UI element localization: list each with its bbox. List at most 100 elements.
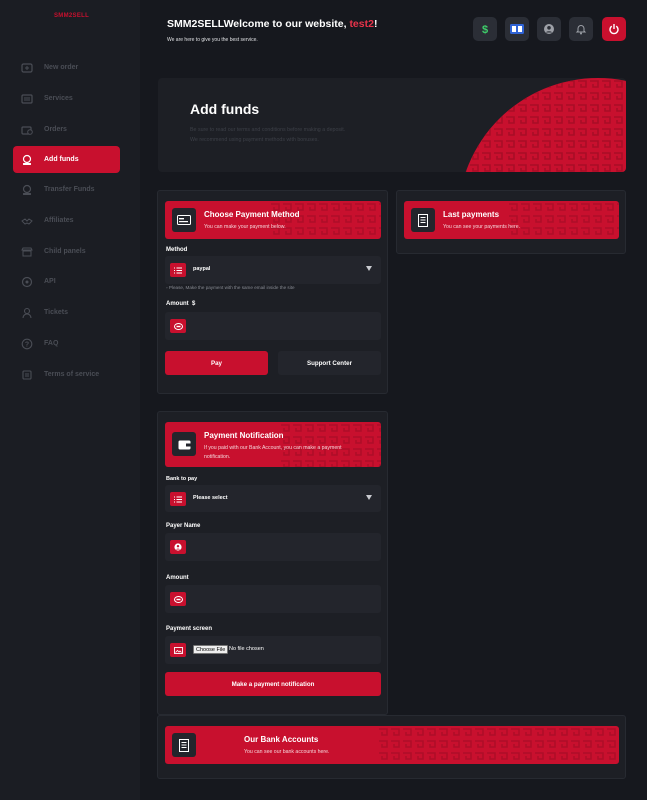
amount-currency: $ — [192, 301, 196, 307]
dollar-icon: $ — [482, 24, 488, 35]
sidebar-item-orders[interactable]: Orders — [13, 116, 120, 143]
api-icon — [20, 275, 34, 289]
power-icon — [609, 24, 619, 35]
username: test2 — [349, 18, 374, 30]
wallet-icon — [172, 432, 196, 456]
method-hint-text: Please, Make the payment with the same e… — [168, 285, 295, 290]
last-payments-title: Last payments — [443, 210, 500, 219]
sidebar-item-terms[interactable]: Terms of service — [13, 361, 120, 388]
logout-button[interactable] — [602, 17, 626, 41]
page-hero: Add funds Be sure to read our terms and … — [158, 78, 626, 172]
coin-icon — [170, 319, 186, 333]
sidebar-item-label: Tickets — [44, 309, 68, 316]
hero-line-1: Be sure to read our terms and conditions… — [190, 127, 346, 133]
wallet-icon — [20, 153, 34, 167]
list-icon — [170, 492, 186, 506]
support-center-button[interactable]: Support Center — [278, 351, 381, 375]
amount-label: Amount $ — [166, 301, 195, 307]
subtitle-line-2: notification. — [204, 454, 231, 460]
balance-button[interactable]: $ — [473, 17, 497, 41]
hero-title: Add funds — [190, 101, 260, 117]
banner-decoration — [509, 201, 619, 239]
sidebar-item-label: New order — [44, 64, 79, 71]
sidebar-item-transfer-funds[interactable]: Transfer Funds — [13, 176, 120, 203]
page-title: SMM2SELLWelcome to our website, test2! — [167, 18, 377, 30]
translate-icon — [510, 24, 524, 34]
payment-method-title: Choose Payment Method — [204, 210, 300, 219]
payment-notification-subtitle: If you paid with our Bank Account, you c… — [204, 444, 342, 462]
list-icon — [170, 263, 186, 277]
sidebar-item-label: FAQ — [44, 340, 59, 347]
title-suffix: ! — [373, 18, 378, 30]
notifications-button[interactable] — [569, 17, 593, 41]
hero-line-2: We recommend using payment methods with … — [190, 137, 319, 143]
sidebar-item-api[interactable]: API — [13, 268, 120, 295]
account-button[interactable] — [537, 17, 561, 41]
question-icon: ? — [20, 337, 34, 351]
last-payments-banner: Last payments You can see your payments … — [404, 201, 619, 239]
brand-logo[interactable]: SMM2SELL — [54, 13, 89, 19]
sidebar-item-label: API — [44, 278, 56, 285]
orders-icon — [20, 123, 34, 137]
choose-file-button[interactable]: Choose File — [193, 645, 229, 654]
method-hint: ▫ Please, Make the payment with the same… — [166, 285, 295, 290]
sidebar-item-affiliates[interactable]: Affiliates — [13, 207, 120, 234]
title-prefix: SMM2SELLWelcome to our website, — [167, 18, 350, 30]
sidebar-item-faq[interactable]: ? FAQ — [13, 330, 120, 357]
bank-accounts-card: Our Bank Accounts You can see our bank a… — [157, 715, 626, 779]
bank-value: Please select — [193, 495, 228, 501]
coin-icon — [170, 592, 186, 606]
pay-button[interactable]: Pay — [165, 351, 268, 375]
sidebar-item-label: Services — [44, 95, 73, 102]
user-icon — [544, 24, 554, 34]
receipt-icon — [411, 208, 435, 232]
banner-decoration — [379, 726, 619, 764]
sidebar-item-label: Orders — [44, 126, 67, 133]
receipt-icon — [172, 733, 196, 757]
chevron-down-icon — [366, 266, 372, 271]
amount-label-text: Amount — [166, 301, 189, 307]
info-icon: ▫ — [166, 285, 168, 290]
payment-method-subtitle: You can make your payment below. — [204, 224, 286, 230]
last-payments-card: Last payments You can see your payments … — [396, 190, 626, 254]
sidebar-item-new-order[interactable]: New order — [13, 54, 120, 81]
svg-text:?: ? — [25, 341, 29, 348]
amount-input[interactable] — [165, 312, 381, 340]
sidebar-item-label: Child panels — [44, 248, 86, 255]
credit-card-icon — [172, 208, 196, 232]
method-label: Method — [166, 247, 188, 253]
method-value: paypal — [193, 266, 211, 272]
sidebar-item-label: Terms of service — [44, 371, 100, 378]
file-status: No file chosen — [229, 646, 264, 652]
notification-amount-input[interactable] — [165, 585, 381, 613]
image-icon — [170, 643, 186, 657]
sidebar-item-add-funds[interactable]: Add funds — [13, 146, 120, 173]
store-icon — [20, 245, 34, 259]
handshake-icon — [20, 214, 34, 228]
bell-icon — [575, 25, 587, 35]
cart-icon — [20, 61, 34, 75]
scroll-icon — [20, 368, 34, 382]
amount-label: Amount — [166, 575, 189, 581]
payer-name-input[interactable] — [165, 533, 381, 561]
ticket-icon — [20, 306, 34, 320]
screen-label: Payment screen — [166, 626, 213, 632]
make-notification-button[interactable]: Make a payment notification — [165, 672, 381, 696]
subtitle-line-1: If you paid with our Bank Account, you c… — [204, 445, 342, 451]
sidebar: SMM2SELL New order Services Orders Add f… — [0, 0, 140, 800]
payer-label: Payer Name — [166, 523, 201, 529]
sidebar-item-child-panels[interactable]: Child panels — [13, 238, 120, 265]
language-button[interactable] — [505, 17, 529, 41]
last-payments-subtitle: You can see your payments here. — [443, 224, 521, 230]
banner-decoration — [271, 201, 381, 239]
chevron-down-icon — [366, 495, 372, 500]
method-select[interactable]: paypal — [165, 256, 381, 284]
sidebar-item-tickets[interactable]: Tickets — [13, 299, 120, 326]
page-subtitle: We are here to give you the best service… — [167, 37, 258, 43]
sidebar-item-label: Affiliates — [44, 217, 74, 224]
transfer-icon — [20, 183, 34, 197]
bank-select[interactable]: Please select — [165, 485, 381, 512]
user-icon — [170, 540, 186, 554]
sidebar-item-services[interactable]: Services — [13, 85, 120, 112]
sidebar-item-label: Add funds — [44, 156, 79, 163]
